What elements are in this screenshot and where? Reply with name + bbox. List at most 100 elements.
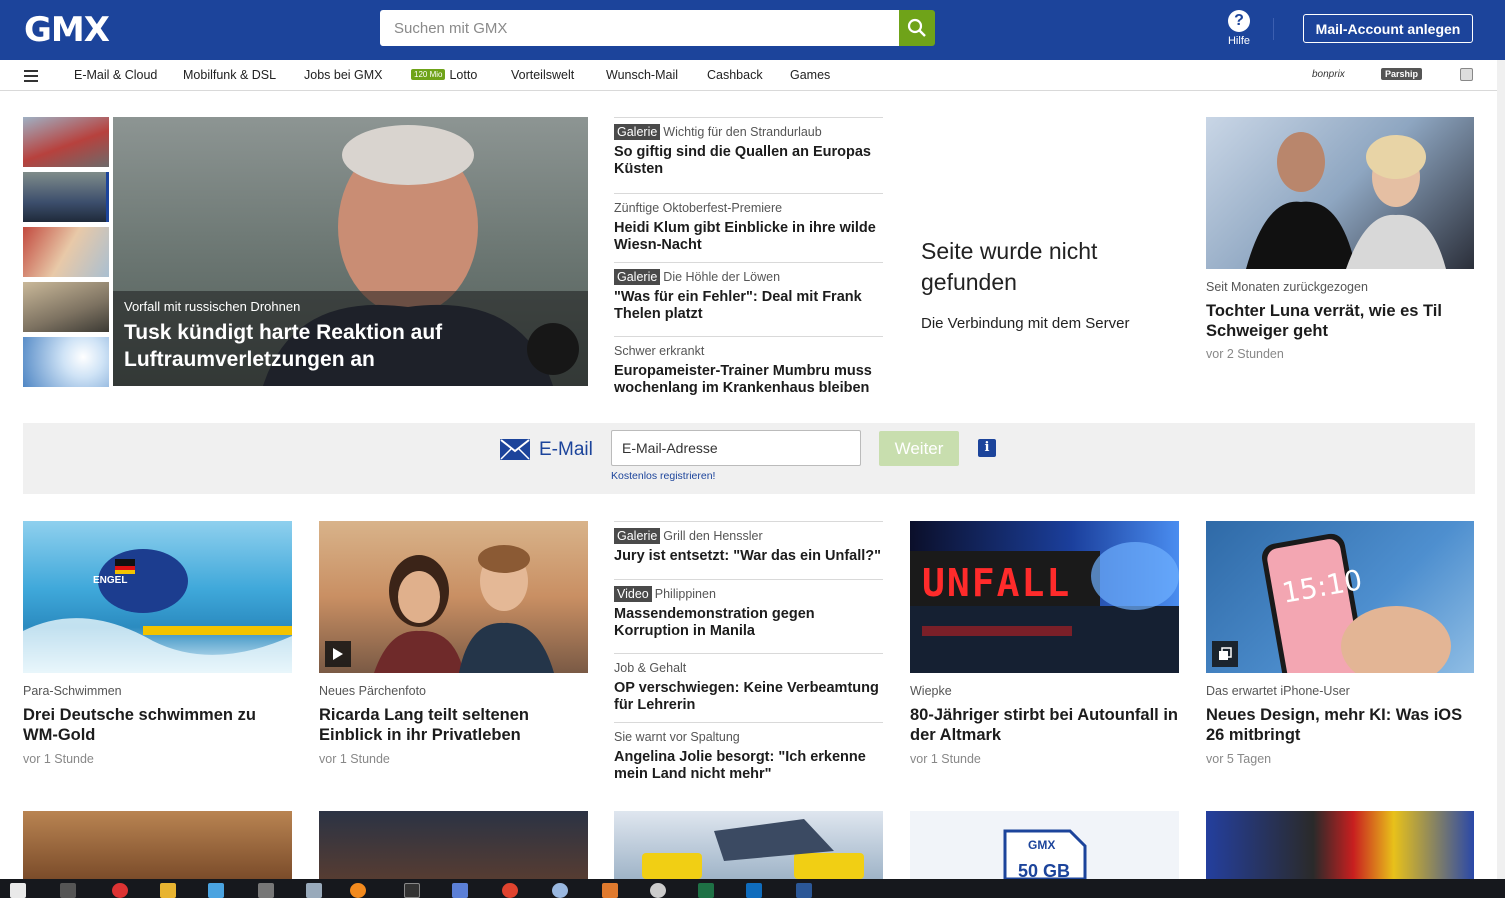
excel-icon[interactable] [698, 883, 714, 898]
list-item-title[interactable]: "Was für ein Fehler": Deal mit Frank The… [614, 289, 883, 323]
list-item-kicker: Die Höhle der Löwen [663, 270, 781, 284]
card-image-accident[interactable]: UNFALL [910, 521, 1179, 673]
error-title: Seite wurde nicht gefunden [921, 238, 1098, 295]
mid-news-list: Galerie Grill den Henssler Jury ist entse… [614, 521, 883, 792]
main-nav: E-Mail & Cloud Mobilfunk & DSL Jobs bei … [0, 60, 1497, 91]
list-item[interactable]: Job & Gehalt OP verschwiegen: Keine Verb… [614, 653, 883, 722]
unfall-sign-text: UNFALL [922, 561, 1071, 605]
list-item-title[interactable]: Massendemonstration gegen Korruption in … [614, 606, 883, 640]
list-item[interactable]: Schwer erkrankt Europameister-Trainer Mu… [614, 336, 883, 408]
windows-start-icon[interactable] [10, 883, 26, 898]
nav-lotto[interactable]: 120 Mio Lotto [411, 68, 477, 82]
file-explorer-icon[interactable] [160, 883, 176, 898]
list-item[interactable]: Galerie Wichtig für den Strandurlaub So g… [614, 117, 883, 193]
card-image-swimming[interactable]: ENGEL [23, 521, 292, 673]
error-text: Die Verbindung mit dem Server [921, 315, 1130, 332]
right-article-title[interactable]: Tochter Luna verrät, wie es Til Schweige… [1206, 301, 1474, 341]
envelope-icon [500, 439, 530, 460]
page-scrollbar[interactable] [1497, 60, 1505, 880]
taskbar-app-icon[interactable] [258, 883, 274, 898]
terminal-icon[interactable] [404, 883, 420, 898]
info-icon[interactable]: i [978, 439, 996, 457]
sim-brand-text: GMX [1028, 838, 1055, 852]
card-title[interactable]: 80-Jähriger stirbt bei Autounfall in der… [910, 705, 1180, 745]
nav-cashback[interactable]: Cashback [707, 68, 763, 82]
taskbar-app-icon[interactable] [602, 883, 618, 898]
hero-thumbnail-3[interactable] [23, 227, 109, 277]
settings-gear-icon[interactable] [650, 883, 666, 898]
teams-icon[interactable] [452, 883, 468, 898]
people-photo [1246, 132, 1446, 269]
card-kicker: Wiepke [910, 684, 952, 698]
taskbar-app-icon[interactable] [552, 883, 568, 898]
gallery-icon[interactable] [1212, 641, 1238, 667]
card-title[interactable]: Neues Design, mehr KI: Was iOS 26 mitbri… [1206, 705, 1476, 745]
list-item-title[interactable]: Europameister-Trainer Mumbru muss wochen… [614, 363, 883, 397]
register-link[interactable]: Kostenlos registrieren! [611, 470, 715, 482]
list-item[interactable]: Galerie Grill den Henssler Jury ist entse… [614, 521, 883, 579]
bottom-card-image-5[interactable] [1206, 811, 1474, 879]
outlook-icon[interactable] [746, 883, 762, 898]
swim-cap-text: ENGEL [93, 575, 127, 586]
card-title[interactable]: Drei Deutsche schwimmen zu WM-Gold [23, 705, 293, 745]
video-play-icon[interactable] [325, 641, 351, 667]
bottom-card-image-2[interactable] [319, 811, 588, 879]
search-button[interactable] [899, 10, 935, 46]
list-item-title[interactable]: So giftig sind die Quallen an Europas Kü… [614, 144, 883, 178]
list-item-title[interactable]: Heidi Klum gibt Einblicke in ihre wilde … [614, 220, 883, 254]
bottom-card-image-1[interactable] [23, 811, 292, 879]
chrome-icon[interactable] [502, 883, 518, 898]
word-icon[interactable] [796, 883, 812, 898]
partner-parship[interactable]: Parship [1381, 68, 1423, 80]
card-image-couple[interactable] [319, 521, 588, 673]
list-item-kicker: Sie warnt vor Spaltung [614, 730, 740, 744]
search-input[interactable] [380, 10, 899, 46]
nav-email-cloud[interactable]: E-Mail & Cloud [74, 68, 157, 82]
list-item[interactable]: Sie warnt vor Spaltung Angelina Jolie be… [614, 722, 883, 792]
list-item-title[interactable]: Angelina Jolie besorgt: "Ich erkenne mei… [614, 749, 883, 783]
bottom-card-image-4[interactable]: GMX 50 GB [910, 811, 1179, 879]
list-item[interactable]: Zünftige Oktoberfest-Premiere Heidi Klum… [614, 193, 883, 262]
hero-thumbnail-2[interactable] [23, 172, 109, 222]
email-address-input[interactable] [611, 430, 861, 466]
bottom-card-image-3[interactable] [614, 811, 883, 879]
gmx-logo[interactable]: GMX [24, 10, 110, 50]
partner-icon[interactable] [1460, 68, 1473, 81]
nav-mobilfunk-dsl[interactable]: Mobilfunk & DSL [183, 68, 276, 82]
taskbar-app-icon[interactable] [306, 883, 322, 898]
parship-label: Parship [1381, 68, 1423, 80]
police-sign-photo: UNFALL [910, 542, 1179, 673]
login-continue-button[interactable]: Weiter [879, 431, 959, 466]
task-view-icon[interactable] [60, 883, 76, 898]
list-item-title[interactable]: OP verschwiegen: Keine Verbeamtung für L… [614, 680, 883, 714]
list-item-kicker: Philippinen [654, 587, 716, 601]
hamburger-menu-icon[interactable] [24, 70, 38, 82]
card-image-iphone[interactable]: 15:10 [1206, 521, 1474, 673]
nav-vorteilswelt[interactable]: Vorteilswelt [511, 68, 574, 82]
nav-jobs[interactable]: Jobs bei GMX [304, 68, 383, 82]
list-item-title[interactable]: Jury ist entsetzt: "War das ein Unfall?" [614, 548, 883, 565]
email-login-label: E-Mail [539, 439, 593, 460]
nav-games[interactable]: Games [790, 68, 830, 82]
help-label: Hilfe [1227, 35, 1250, 47]
taskbar-app-icon[interactable] [112, 883, 128, 898]
list-item[interactable]: Video Philippinen Massendemonstration geg… [614, 579, 883, 653]
card-kicker: Para-Schwimmen [23, 684, 122, 698]
list-item-kicker: Job & Gehalt [614, 661, 687, 675]
help-button[interactable]: ? Hilfe [1222, 10, 1256, 47]
os-taskbar [0, 879, 1505, 898]
nav-wunsch-mail[interactable]: Wunsch-Mail [606, 68, 678, 82]
hero-title[interactable]: Tusk kündigt harte Reaktion auf Luftraum… [124, 319, 577, 373]
card-title[interactable]: Ricarda Lang teilt seltenen Einblick in … [319, 705, 589, 745]
hero-caption: Vorfall mit russischen Drohnen Tusk künd… [113, 291, 588, 386]
create-mail-account-button[interactable]: Mail-Account anlegen [1303, 14, 1473, 43]
hero-thumbnail-5[interactable] [23, 337, 109, 387]
firefox-icon[interactable] [350, 883, 366, 898]
right-article-image[interactable] [1206, 117, 1474, 269]
taskbar-app-icon[interactable] [208, 883, 224, 898]
partner-bonprix[interactable]: bonprix [1312, 69, 1345, 80]
list-item[interactable]: Galerie Die Höhle der Löwen "Was für ein … [614, 262, 883, 336]
hero-thumbnail-1[interactable] [23, 117, 109, 167]
hero-article[interactable]: Vorfall mit russischen Drohnen Tusk künd… [113, 117, 588, 386]
hero-thumbnail-4[interactable] [23, 282, 109, 332]
